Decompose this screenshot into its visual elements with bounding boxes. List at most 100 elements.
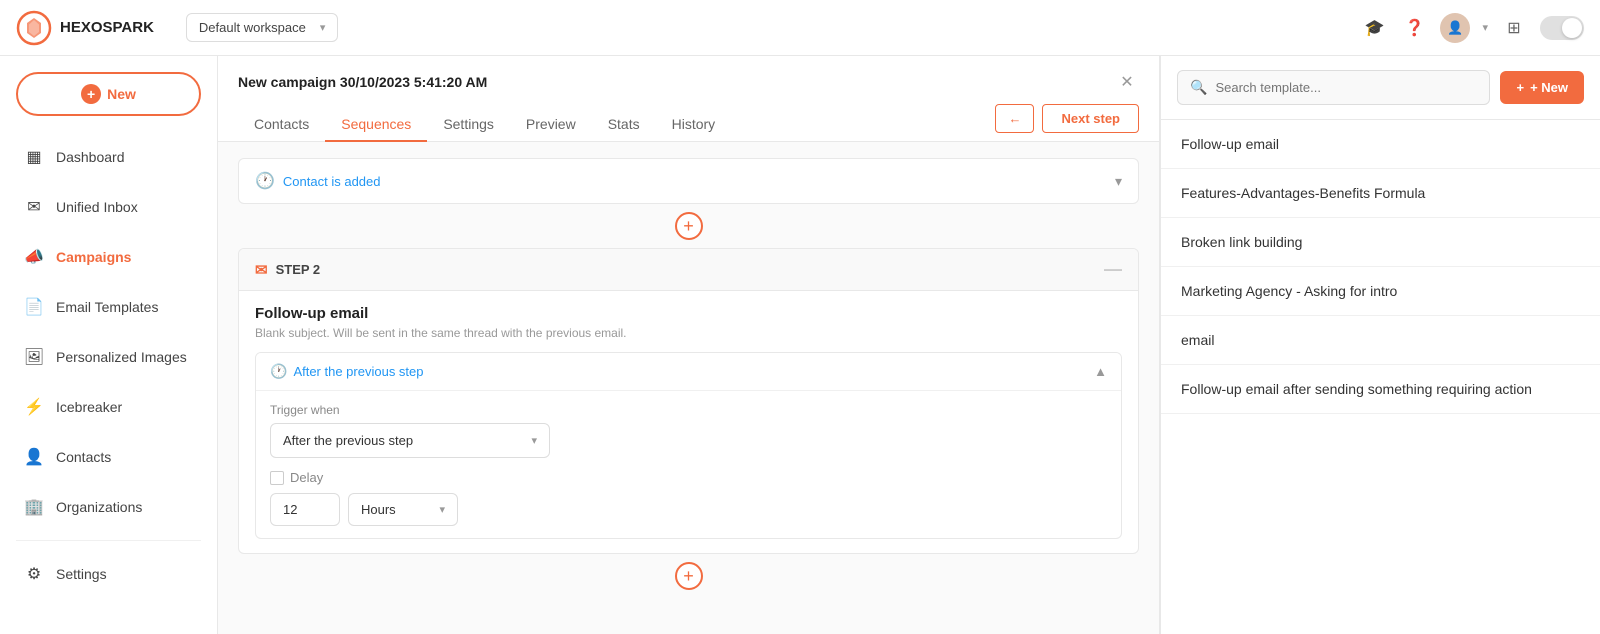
tab-contacts[interactable]: Contacts (238, 108, 325, 142)
trigger-when-label: Trigger when (270, 403, 1107, 417)
step-2-left: ✉ STEP 2 (255, 261, 320, 279)
tab-contacts-label: Contacts (254, 116, 309, 132)
back-button[interactable]: ← (995, 104, 1034, 133)
sidebar-item-icebreaker[interactable]: ⚡ Icebreaker (8, 383, 209, 431)
template-list: Follow-up email Features-Advantages-Bene… (1161, 120, 1600, 634)
new-button[interactable]: + New (16, 72, 201, 116)
inbox-icon: ✉ (24, 197, 44, 217)
template-item-3[interactable]: Broken link building (1161, 218, 1600, 267)
chevron-down-icon-trigger: ▾ (1115, 173, 1122, 190)
sidebar-item-email-templates[interactable]: 📄 Email Templates (8, 283, 209, 331)
logo-area: HEXOSPARK Default workspace ▾ (16, 10, 338, 46)
email-icon: ✉ (255, 261, 268, 279)
grid-icon[interactable]: ⊞ (1500, 14, 1528, 42)
trigger-label: Contact is added (283, 174, 381, 189)
next-step-button[interactable]: Next step (1042, 104, 1139, 133)
timing-section: 🕐 After the previous step ▲ Trigger when… (255, 352, 1122, 539)
step-2-header: ✉ STEP 2 — (239, 249, 1138, 291)
add-step-button-1[interactable]: + (675, 212, 703, 240)
step-2-body: Follow-up email Blank subject. Will be s… (239, 291, 1138, 553)
delay-checkbox-wrapper: Delay (270, 470, 323, 485)
delay-checkbox[interactable] (270, 471, 284, 485)
workspace-selector[interactable]: Default workspace ▾ (186, 13, 338, 42)
timing-header-left: 🕐 After the previous step (270, 363, 424, 380)
help-icon[interactable]: ❓ (1400, 14, 1428, 42)
tab-settings-label: Settings (443, 116, 494, 132)
sidebar-item-organizations[interactable]: 🏢 Organizations (8, 483, 209, 531)
sidebar-item-campaigns[interactable]: 📣 Campaigns (8, 233, 209, 281)
sidebar-divider (16, 540, 201, 541)
sidebar-item-label: Organizations (56, 499, 142, 515)
search-box[interactable]: 🔍 (1177, 70, 1490, 105)
tab-settings[interactable]: Settings (427, 108, 510, 142)
step-2-label: STEP 2 (276, 262, 321, 277)
organizations-icon: 🏢 (24, 497, 44, 517)
right-panel-header: 🔍 + + New (1161, 56, 1600, 120)
sidebar-item-settings[interactable]: ⚙ Settings (8, 550, 209, 598)
collapse-step-button[interactable]: — (1104, 259, 1122, 280)
icebreaker-icon: ⚡ (24, 397, 44, 417)
tab-stats-label: Stats (608, 116, 640, 132)
campaign-title-row: New campaign 30/10/2023 5:41:20 AM ✕ (238, 70, 1139, 94)
sidebar-item-label: Unified Inbox (56, 199, 138, 215)
sidebar: + New ▦ Dashboard ✉ Unified Inbox 📣 Camp… (0, 56, 218, 634)
new-button-label: New (107, 86, 136, 102)
trigger-when-select[interactable]: After the previous step ▾ (270, 423, 550, 458)
tab-preview[interactable]: Preview (510, 108, 592, 142)
trigger-when-value: After the previous step (283, 433, 413, 448)
add-step-button-2[interactable]: + (675, 562, 703, 590)
dashboard-icon: ▦ (24, 147, 44, 167)
campaign-body: 🕐 Contact is added ▾ + ✉ STEP 2 — (218, 142, 1159, 634)
timing-body: Trigger when After the previous step ▾ (256, 390, 1121, 538)
delay-unit-select[interactable]: Hours ▾ (348, 493, 458, 526)
search-input[interactable] (1215, 80, 1477, 95)
right-panel: 🔍 + + New Follow-up email Features-Advan… (1160, 56, 1600, 634)
template-item-1[interactable]: Follow-up email (1161, 120, 1600, 169)
campaign-tabs: Contacts Sequences Settings Preview Stat (238, 108, 731, 141)
graduation-icon[interactable]: 🎓 (1360, 14, 1388, 42)
close-button[interactable]: ✕ (1115, 70, 1139, 94)
personalized-images-icon: 🖼 (24, 347, 44, 367)
step-2-block: ✉ STEP 2 — Follow-up email Blank subject… (238, 248, 1139, 554)
chevron-down-icon: ▾ (320, 21, 326, 34)
clock-icon: 🕐 (255, 171, 275, 191)
sidebar-item-unified-inbox[interactable]: ✉ Unified Inbox (8, 183, 209, 231)
sidebar-item-label: Settings (56, 566, 107, 582)
clock-icon-timing: 🕐 (270, 363, 287, 380)
tab-history[interactable]: History (656, 108, 732, 142)
sidebar-item-personalized-images[interactable]: 🖼 Personalized Images (8, 333, 209, 381)
campaign-title: New campaign 30/10/2023 5:41:20 AM (238, 74, 487, 90)
trigger-block[interactable]: 🕐 Contact is added ▾ (238, 158, 1139, 204)
tab-preview-label: Preview (526, 116, 576, 132)
theme-toggle[interactable] (1540, 16, 1584, 40)
sidebar-item-label: Contacts (56, 449, 111, 465)
contacts-icon: 👤 (24, 447, 44, 467)
chevron-down-icon-2: ▾ (1482, 21, 1488, 34)
sidebar-item-dashboard[interactable]: ▦ Dashboard (8, 133, 209, 181)
avatar[interactable]: 👤 (1440, 13, 1470, 43)
chevron-down-icon-unit: ▾ (439, 503, 445, 516)
sidebar-item-label: Email Templates (56, 299, 158, 315)
template-item-label: Marketing Agency - Asking for intro (1181, 283, 1397, 299)
template-item-6[interactable]: Follow-up email after sending something … (1161, 365, 1600, 414)
template-item-4[interactable]: Marketing Agency - Asking for intro (1161, 267, 1600, 316)
sidebar-item-label: Icebreaker (56, 399, 122, 415)
template-item-5[interactable]: email (1161, 316, 1600, 365)
step-2-type: Follow-up email (255, 305, 1122, 322)
template-item-2[interactable]: Features-Advantages-Benefits Formula (1161, 169, 1600, 218)
center-panel: New campaign 30/10/2023 5:41:20 AM ✕ Con… (218, 56, 1160, 634)
delay-number-input[interactable] (270, 493, 340, 526)
tab-sequences[interactable]: Sequences (325, 108, 427, 142)
sidebar-item-contacts[interactable]: 👤 Contacts (8, 433, 209, 481)
tab-stats[interactable]: Stats (592, 108, 656, 142)
sidebar-item-label: Personalized Images (56, 349, 187, 365)
campaign-window: New campaign 30/10/2023 5:41:20 AM ✕ Con… (218, 56, 1160, 634)
delay-inputs: Hours ▾ (270, 493, 1107, 526)
template-item-label: Follow-up email (1181, 136, 1279, 152)
settings-icon: ⚙ (24, 564, 44, 584)
main-layout: + New ▦ Dashboard ✉ Unified Inbox 📣 Camp… (0, 56, 1600, 634)
new-template-button[interactable]: + + New (1500, 71, 1584, 104)
campaigns-icon: 📣 (24, 247, 44, 267)
timing-header[interactable]: 🕐 After the previous step ▲ (256, 353, 1121, 390)
template-item-label: Follow-up email after sending something … (1181, 381, 1532, 397)
